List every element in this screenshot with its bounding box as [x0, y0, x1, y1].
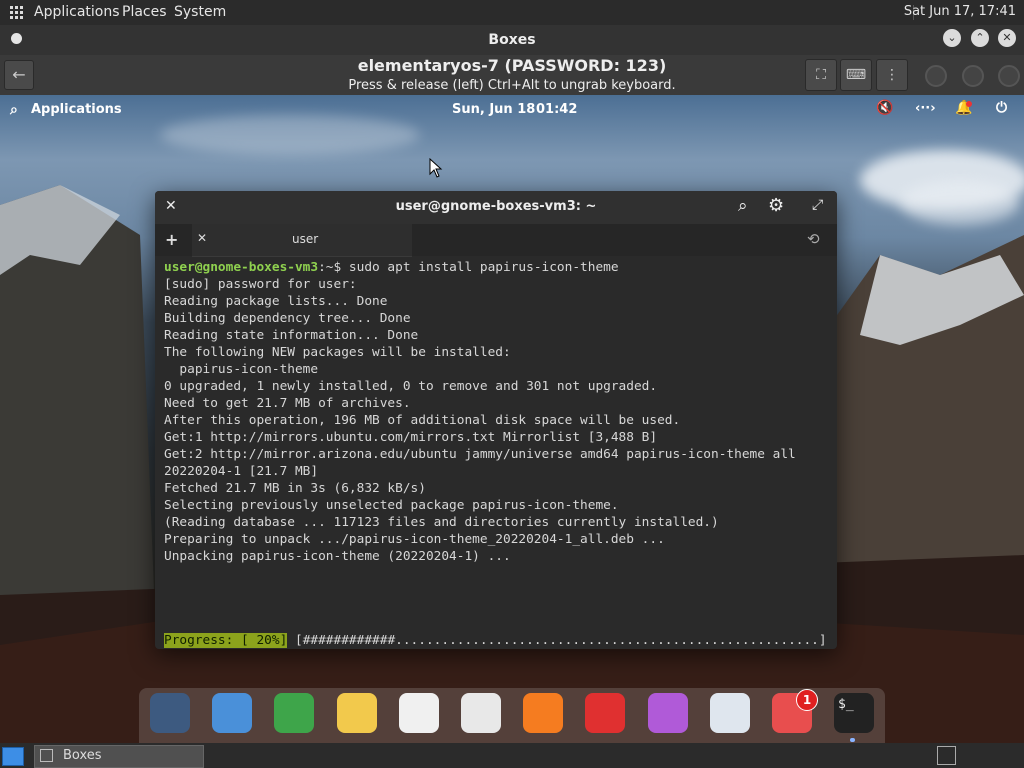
boxes-headerbar: ← elementaryos-7 (PASSWORD: 123) Press &…	[0, 55, 1024, 95]
minimize-button[interactable]: ⌄	[943, 29, 961, 47]
terminal-line: Fetched 21.7 MB in 3s (6,832 kB/s)	[164, 481, 426, 496]
terminal-title: user@gnome-boxes-vm3: ~	[395, 199, 597, 214]
maximize-button[interactable]: ⌃	[971, 29, 989, 47]
terminal-window[interactable]: ✕ user@gnome-boxes-vm3: ~ ⌕ ⚙ ⤢ + ✕ user…	[155, 191, 837, 649]
terminal-output[interactable]: user@gnome-boxes-vm3:~$ sudo apt install…	[164, 259, 796, 565]
terminal-line: Get:1 http://mirrors.ubuntu.com/mirrors.…	[164, 430, 658, 445]
terminal-line: Reading package lists... Done	[164, 294, 388, 309]
calendar-icon[interactable]	[461, 693, 501, 733]
files-icon[interactable]	[212, 693, 252, 733]
guest-applications-menu[interactable]: Applications	[31, 102, 122, 117]
guest-date[interactable]: Sun, Jun 18	[452, 102, 535, 117]
tab-close-icon[interactable]: ✕	[197, 231, 207, 245]
terminal-lines: [sudo] password for user: Reading packag…	[164, 277, 796, 564]
system-settings-icon[interactable]	[710, 693, 750, 733]
circle-control-3[interactable]	[998, 65, 1020, 87]
terminal-line: (Reading database ... 117123 files and d…	[164, 515, 719, 530]
power-icon[interactable]: ⏻	[996, 100, 1007, 116]
host-clock[interactable]: Sat Jun 17, 17:41	[904, 4, 1016, 19]
fullscreen-icon: ⛶	[816, 67, 826, 83]
appcenter-icon[interactable]: 1	[772, 689, 818, 733]
window-icon	[40, 749, 53, 762]
terminal-icon[interactable]: $_	[834, 693, 874, 733]
applications-grid-icon[interactable]	[10, 6, 23, 19]
terminal-line: Get:2 http://mirror.arizona.edu/ubuntu j…	[164, 447, 796, 462]
circle-control-2[interactable]	[962, 65, 984, 87]
new-tab-icon[interactable]: +	[165, 230, 178, 249]
terminal-line: Reading state information... Done	[164, 328, 419, 343]
terminal-line: papirus-icon-theme	[164, 362, 319, 377]
terminal-line: 20220204-1 [21.7 MB]	[164, 464, 319, 479]
host-menu-places[interactable]: Places	[122, 4, 167, 20]
terminal-line: Selecting previously unselected package …	[164, 498, 619, 513]
terminal-line: 0 upgraded, 1 newly installed, 0 to remo…	[164, 379, 658, 394]
progress-label: Progress: [ 20%]	[164, 633, 288, 648]
fullscreen-button[interactable]: ⛶	[805, 59, 837, 91]
terminal-tab-bar: + ✕ user ⟲	[155, 224, 837, 257]
terminal-settings-icon[interactable]: ⚙	[768, 195, 784, 216]
show-desktop-icon[interactable]	[2, 747, 24, 766]
terminal-line: Building dependency tree... Done	[164, 311, 411, 326]
apt-progress: Progress: [ 20%] [############..........…	[164, 632, 827, 649]
workspace-switcher-icon[interactable]	[937, 746, 956, 765]
progress-bar: [############...........................…	[287, 633, 827, 648]
sound-muted-icon[interactable]: 🔇	[876, 100, 893, 116]
keyboard-button[interactable]: ⌨	[840, 59, 872, 91]
terminal-line: [sudo] password for user:	[164, 277, 357, 292]
terminal-prompt: user@gnome-boxes-vm3	[164, 260, 319, 275]
guest-top-panel: ⌕ Applications Sun, Jun 18 01:42 🔇 ‹··› …	[0, 95, 1024, 125]
history-icon[interactable]: ⟲	[807, 230, 820, 248]
terminal-line: Unpacking papirus-icon-theme (20220204-1…	[164, 549, 511, 564]
terminal-tab-user[interactable]: ✕ user	[192, 224, 412, 257]
network-icon[interactable]: ‹··›	[915, 101, 936, 116]
running-indicator	[850, 738, 855, 742]
terminal-line: The following NEW packages will be insta…	[164, 345, 511, 360]
boxes-titlebar: Boxes ⌄ ⌃ ✕	[0, 25, 1024, 55]
appcenter-badge: 1	[796, 689, 818, 711]
host-top-panel: Applications Places System Sat Jun 17, 1…	[0, 0, 1024, 25]
kebab-menu-icon: ⋮	[885, 67, 899, 83]
notification-dot	[966, 101, 972, 107]
host-menu-applications[interactable]: Applications	[34, 4, 120, 20]
window-title: Boxes	[488, 32, 536, 48]
videos-icon[interactable]	[585, 693, 625, 733]
multitasking-view-icon[interactable]	[150, 693, 190, 733]
close-button[interactable]: ✕	[998, 29, 1016, 47]
menu-button[interactable]: ⋮	[876, 59, 908, 91]
terminal-command: :~$ sudo apt install papirus-icon-theme	[318, 260, 619, 275]
taskbar-item-boxes[interactable]: Boxes	[34, 745, 204, 768]
circle-control-1[interactable]	[925, 65, 947, 87]
terminal-line: After this operation, 196 MB of addition…	[164, 413, 681, 428]
host-menu-system[interactable]: System	[174, 4, 226, 20]
photos-icon[interactable]	[648, 693, 688, 733]
terminal-maximize-icon[interactable]: ⤢	[812, 197, 823, 213]
taskbar-item-label: Boxes	[63, 748, 102, 763]
mouse-cursor-icon	[429, 158, 443, 178]
terminal-headerbar: ✕ user@gnome-boxes-vm3: ~ ⌕ ⚙ ⤢	[155, 191, 837, 225]
music-icon[interactable]	[523, 693, 563, 733]
tasks-icon[interactable]	[399, 693, 439, 733]
terminal-search-icon[interactable]: ⌕	[738, 196, 748, 216]
search-icon[interactable]: ⌕	[10, 102, 18, 118]
mail-icon[interactable]	[337, 693, 377, 733]
host-taskbar: Boxes	[0, 743, 1024, 768]
terminal-line: Preparing to unpack .../papirus-icon-the…	[164, 532, 665, 547]
guest-time[interactable]: 01:42	[536, 102, 577, 117]
keyboard-icon: ⌨	[845, 67, 867, 83]
web-browser-icon[interactable]	[274, 693, 314, 733]
tab-label: user	[292, 232, 319, 246]
terminal-line: Need to get 21.7 MB of archives.	[164, 396, 411, 411]
